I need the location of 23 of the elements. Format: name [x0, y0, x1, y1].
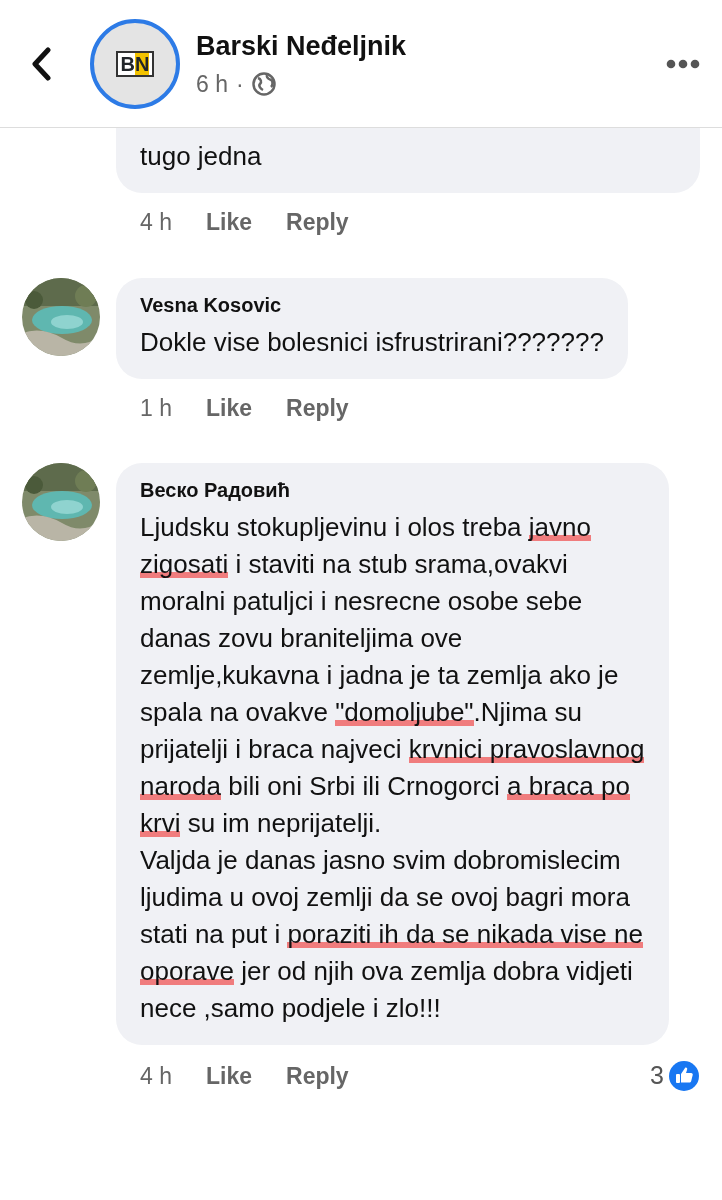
back-icon[interactable] — [30, 46, 52, 81]
reply-button[interactable]: Reply — [286, 1058, 349, 1093]
comment-author[interactable]: Vesna Kosovic — [140, 289, 604, 320]
comment-author[interactable]: Веско Радовић — [140, 475, 645, 505]
comment-time: 1 h — [140, 393, 172, 423]
like-icon — [668, 1059, 700, 1092]
reaction-count: 3 — [650, 1060, 664, 1091]
comment-time: 4 h — [140, 208, 172, 237]
page-logo[interactable]: BN — [90, 18, 180, 109]
like-button[interactable]: Like — [206, 205, 252, 240]
globe-icon — [251, 71, 276, 96]
reply-button[interactable]: Reply — [286, 205, 349, 240]
post-time: 6 h — [196, 69, 228, 99]
like-button[interactable]: Like — [206, 1058, 252, 1093]
page-name[interactable]: Barski Neđeljnik — [196, 26, 407, 67]
reply-button[interactable]: Reply — [286, 390, 349, 425]
comment-text: Ljudsku stokupljevinu i olos treba javno zigosati i staviti na stub srama,ovakvi moralni patuljci i nesrecne osobe sebe danas zovu braniteljima ove zemlje,kukavna i jadna je ta zemlja ako je spala na ovakve "domoljube".Njima su prijatelji i braca najveci krvnici pravoslavnog naroda bili oni Srbi ili Crnogorci a braca po krvi su im neprijatelji. Valjda je danas jasno svim dobromislecim ljudima u ovoj zemlji da se ovoj bagri mora stati na put i poraziti ih da se nikada vise ne oporave jer od njih ova zemlja dobra vidjeti nece ,samo podjele i zlo!!! — [140, 511, 645, 1025]
comment-time: 4 h — [140, 1061, 172, 1091]
comment-text: tugo jedna — [140, 140, 263, 173]
more-icon[interactable] — [666, 58, 700, 69]
separator-dot: · — [236, 69, 244, 99]
like-button[interactable]: Like — [206, 390, 252, 425]
comment-text: Dokle vise bolesnici isfrustrirani??????? — [140, 325, 604, 359]
